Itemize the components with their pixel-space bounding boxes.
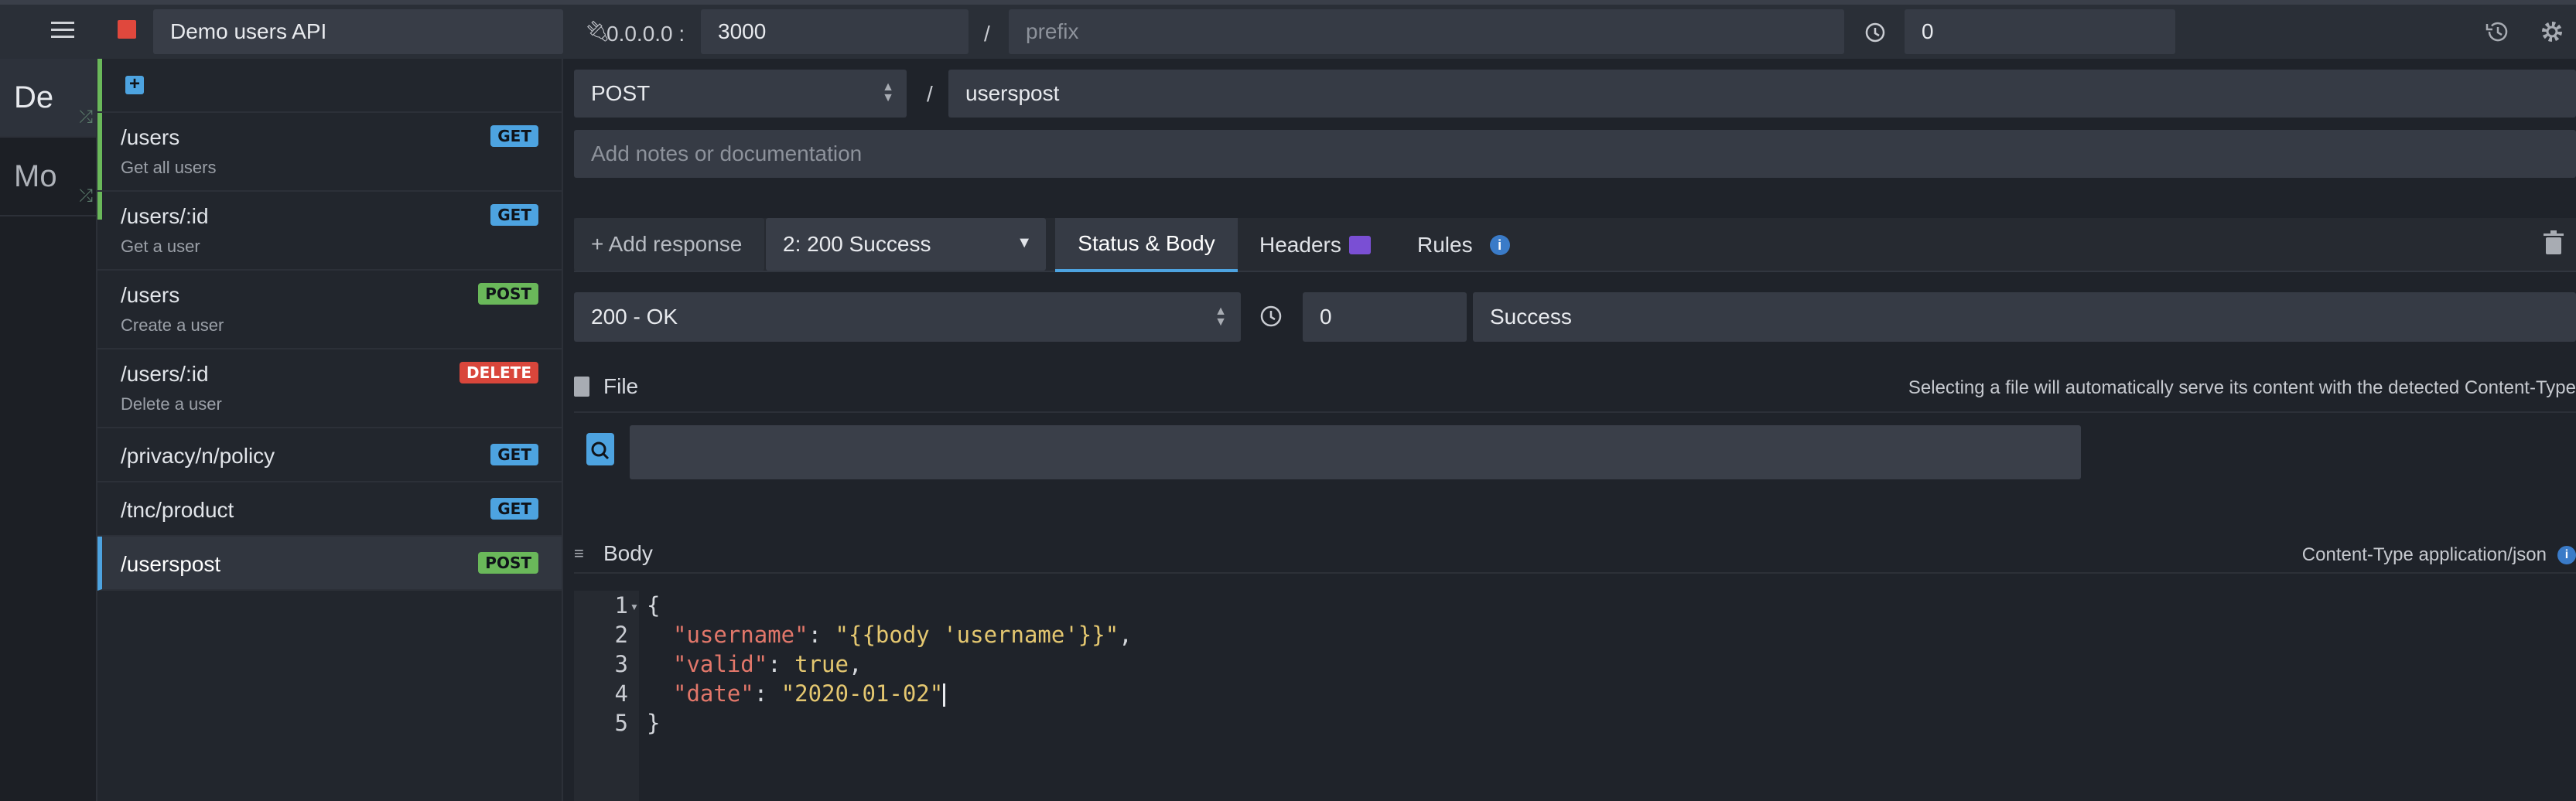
divider	[574, 572, 2576, 574]
environments-sidebar: De ⤮ Mo ⤮	[0, 59, 97, 801]
tab-rules[interactable]: Rules i	[1417, 218, 1510, 272]
method-badge: GET	[490, 444, 538, 465]
environment-name: Demo users API	[170, 19, 327, 43]
trash-icon[interactable]	[2544, 230, 2564, 255]
status-select[interactable]: 200 - OK ▲ ▼	[574, 292, 1241, 342]
line-number: 3	[614, 651, 628, 677]
select-arrows-icon: ▲ ▼	[1215, 305, 1227, 329]
tab-status-body[interactable]: Status & Body	[1055, 218, 1238, 272]
caret-down-icon: ▼	[1016, 234, 1032, 251]
content-type-label: Content-Type application/json i	[2302, 544, 2576, 566]
file-path-input[interactable]	[630, 425, 2081, 479]
path-separator: /	[984, 22, 990, 46]
divider	[574, 411, 2576, 413]
info-icon: i	[1489, 235, 1510, 255]
notes-input[interactable]: Add notes or documentation	[574, 130, 2576, 178]
line-number: 5	[614, 710, 628, 736]
code-line: "valid": true,	[673, 651, 863, 677]
port-input[interactable]: 3000	[701, 9, 969, 54]
file-icon	[574, 377, 589, 397]
clock-icon	[1865, 22, 1885, 43]
environment-status-icon: ⤮	[79, 107, 93, 126]
latency-input[interactable]: 0	[1905, 9, 2175, 54]
line-number: 2	[614, 622, 628, 648]
route-item[interactable]: /users/:id Get a user GET	[97, 192, 562, 271]
routes-sidebar: + /users Get all users GET /users/:id Ge…	[97, 59, 563, 801]
method-badge: GET	[490, 204, 538, 226]
clock-icon	[1260, 305, 1282, 327]
code-line: {	[647, 592, 661, 619]
host-label: 0.0.0.0 :	[606, 22, 685, 46]
add-response-button[interactable]: + Add response	[574, 218, 764, 271]
body-section-title: ≡ Body	[574, 541, 653, 565]
method-badge: GET	[490, 125, 538, 147]
file-browse-icon[interactable]	[586, 433, 614, 465]
info-icon: i	[2557, 546, 2576, 564]
code-editor[interactable]: 1 ▼ 2 3 4 5 { "username": "{{body 'usern…	[574, 591, 2576, 801]
gear-icon[interactable]	[2539, 19, 2565, 45]
route-item[interactable]: /privacy/n/policy GET	[97, 428, 562, 482]
route-item[interactable]: /users/:id Delete a user DELETE	[97, 349, 562, 428]
environment-item[interactable]: Mo ⤮	[0, 138, 96, 216]
fold-icon[interactable]: ▼	[630, 602, 639, 612]
stop-icon[interactable]	[118, 20, 136, 39]
line-number: 4	[614, 680, 628, 707]
route-item-active[interactable]: /userspost POST	[97, 537, 562, 591]
method-badge: DELETE	[460, 362, 538, 383]
route-editor: POST ▲ ▼ / userspost Add notes or documen…	[563, 59, 2576, 801]
route-item[interactable]: /users Create a user POST	[97, 271, 562, 349]
top-bar: Demo users API 🔌︎ 0.0.0.0 : 3000 / prefi…	[0, 0, 2576, 59]
method-badge: GET	[490, 498, 538, 520]
file-hint: Selecting a file will automatically serv…	[1908, 377, 2576, 398]
code-line: }	[647, 710, 661, 736]
delay-input[interactable]: 0	[1303, 292, 1467, 342]
environment-name-field[interactable]: Demo users API	[153, 9, 563, 54]
text-cursor	[943, 683, 946, 707]
add-route-button[interactable]: +	[125, 75, 144, 94]
method-badge: POST	[478, 552, 538, 574]
path-separator: /	[927, 82, 933, 106]
plug-icon: 🔌︎	[585, 19, 611, 43]
environment-item[interactable]: De ⤮	[0, 59, 96, 138]
environment-status-icon: ⤮	[79, 186, 93, 205]
response-select[interactable]: 2: 200 Success ▼	[766, 218, 1046, 271]
method-badge: POST	[478, 283, 538, 305]
method-select[interactable]: POST ▲ ▼	[574, 70, 907, 118]
prefix-input[interactable]: prefix	[1009, 9, 1844, 54]
line-number: 1	[614, 592, 628, 619]
headers-count-icon	[1348, 236, 1371, 254]
code-line: "username": "{{body 'username'}}",	[673, 622, 1133, 648]
route-item[interactable]: /users Get all users GET	[97, 113, 562, 192]
tab-headers[interactable]: Headers	[1259, 218, 1371, 272]
endpoint-input[interactable]: userspost	[948, 70, 2576, 118]
file-section-title: File	[574, 374, 638, 399]
code-line: "date": "2020-01-02"	[673, 680, 946, 707]
select-arrows-icon: ▲ ▼	[882, 80, 894, 104]
hamburger-icon[interactable]	[51, 22, 74, 39]
route-item[interactable]: /tnc/product GET	[97, 482, 562, 537]
lines-icon: ≡	[574, 544, 584, 563]
history-icon[interactable]	[2485, 20, 2511, 43]
response-label-input[interactable]: Success	[1473, 292, 2576, 342]
